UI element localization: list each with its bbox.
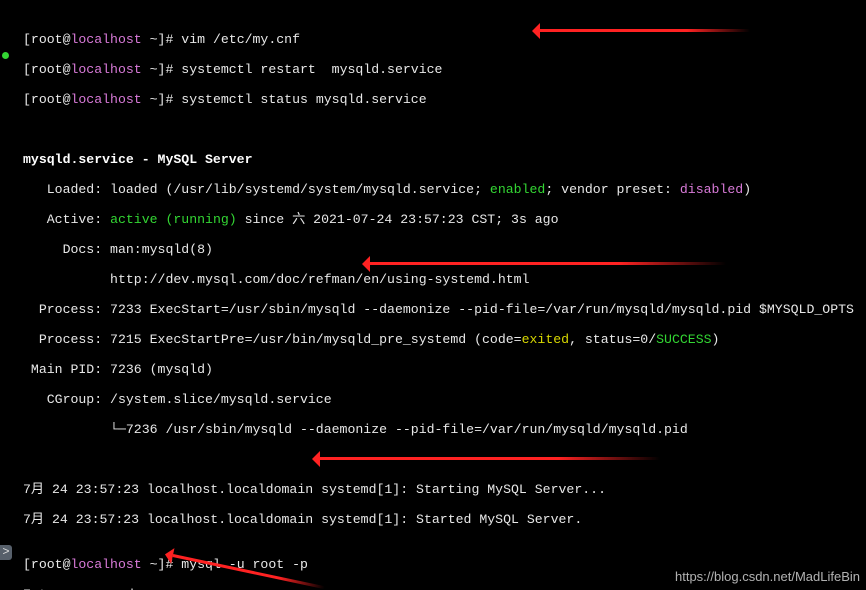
status-header: mysqld.service - MySQL Server [23,152,863,167]
watermark: https://blog.csdn.net/MadLifeBin [675,569,860,584]
status-docs: Docs: man:mysqld(8) [23,242,863,257]
command-line: [root@localhost ~]# vim /etc/my.cnf [23,32,863,47]
cmd-mysql: mysql -u root -p [181,557,308,572]
status-docs-url: http://dev.mysql.com/doc/refman/en/using… [23,272,863,287]
cmd-restart: systemctl restart mysqld.service [181,62,442,77]
prompt-host: localhost [70,32,141,47]
cmd-vim: vim /etc/my.cnf [181,32,300,47]
active-running-label: active (running) [110,212,237,227]
bullet-icon [2,52,9,59]
prompt-root: [root@ [23,32,70,47]
status-active: Active: active (running) since 六 2021-07… [23,212,863,227]
blank-line [23,452,863,467]
command-line: [root@localhost ~]# systemctl restart my… [23,62,863,77]
success-label: SUCCESS [656,332,711,347]
command-line: [root@localhost ~]# systemctl status mys… [23,92,863,107]
journal-line: 7月 24 23:57:23 localhost.localdomain sys… [23,512,863,527]
cmd-status: systemctl status mysqld.service [181,92,426,107]
terminal[interactable]: [root@localhost ~]# vim /etc/my.cnf [roo… [0,0,866,590]
enabled-label: enabled [490,182,545,197]
panel-handle-icon[interactable]: > [0,545,12,560]
disabled-label: disabled [680,182,743,197]
status-mainpid: Main PID: 7236 (mysqld) [23,362,863,377]
status-cgroup-proc: └─7236 /usr/sbin/mysqld --daemonize --pi… [23,422,863,437]
exited-label: exited [522,332,569,347]
status-cgroup: CGroup: /system.slice/mysqld.service [23,392,863,407]
journal-line: 7月 24 23:57:23 localhost.localdomain sys… [23,482,863,497]
status-process: Process: 7215 ExecStartPre=/usr/bin/mysq… [23,332,863,347]
status-loaded: Loaded: loaded (/usr/lib/systemd/system/… [23,182,863,197]
status-process: Process: 7233 ExecStart=/usr/sbin/mysqld… [23,302,863,317]
